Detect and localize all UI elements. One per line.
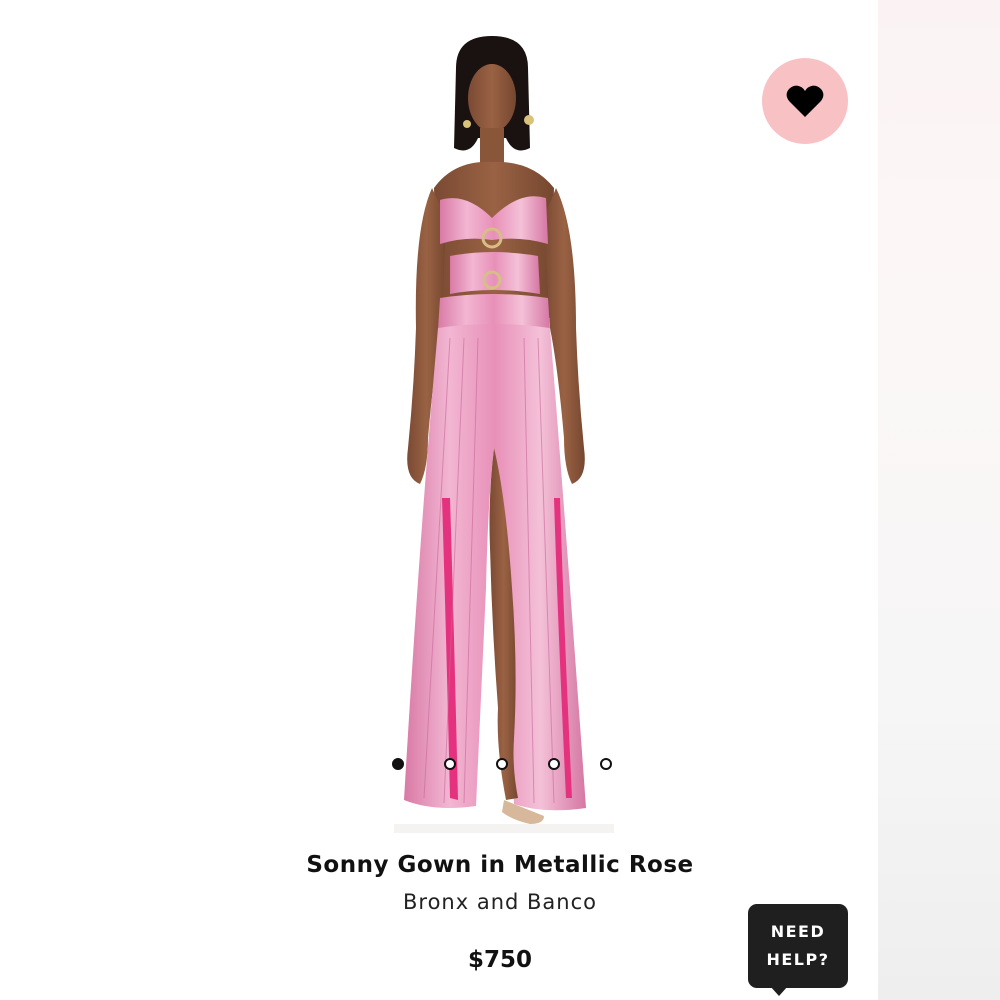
need-help-button[interactable]: NEED HELP?: [748, 904, 848, 988]
product-image[interactable]: [394, 28, 614, 833]
heart-icon: [786, 85, 824, 117]
image-pagination: [392, 755, 612, 773]
pagination-dot-1[interactable]: [392, 758, 404, 770]
pagination-dot-3[interactable]: [496, 758, 508, 770]
side-panel-edge: [878, 0, 1000, 1000]
product-title: Sonny Gown in Metallic Rose: [306, 852, 694, 878]
pagination-dot-2[interactable]: [444, 758, 456, 770]
favorite-button[interactable]: [762, 58, 848, 144]
product-brand[interactable]: Bronx and Banco: [200, 890, 800, 914]
need-help-line2: HELP?: [766, 950, 830, 969]
model-illustration: [394, 36, 614, 833]
product-price: $750: [467, 947, 532, 973]
need-help-line1: NEED: [770, 922, 826, 941]
pagination-dot-4[interactable]: [548, 758, 560, 770]
need-help-bubble-tail: [770, 986, 788, 996]
product-page: Sonny Gown in Metallic Rose Bronx and Ba…: [0, 0, 878, 1000]
pagination-dot-5[interactable]: [600, 758, 612, 770]
